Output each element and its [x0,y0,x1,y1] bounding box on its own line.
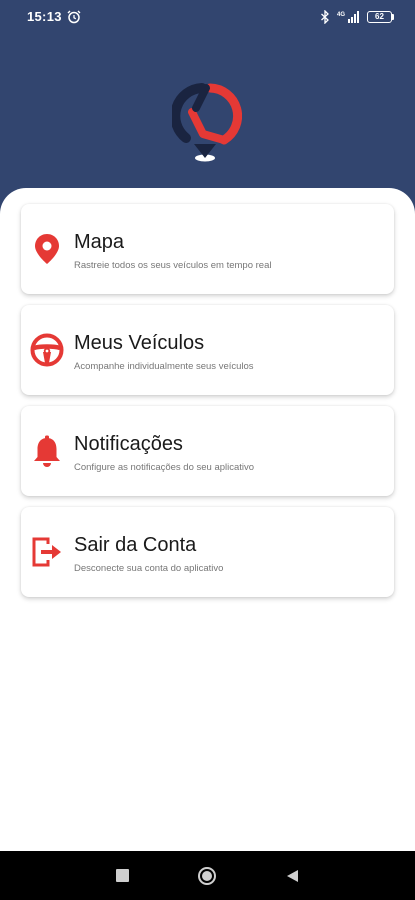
menu-item-title: Meus Veículos [74,332,205,354]
menu-item-title: Mapa [74,231,125,253]
menu-item-mapa[interactable]: Mapa Rastreie todos os seus veículos em … [21,204,394,294]
recent-apps-icon[interactable] [116,869,129,882]
menu-item-notificacoes[interactable]: Notificações Configure as notificações d… [21,406,394,496]
menu-item-sair-da-conta[interactable]: Sair da Conta Desconecte sua conta do ap… [21,507,394,597]
logout-icon [32,537,61,567]
menu-item-subtitle: Rastreie todos os seus veículos em tempo… [74,260,272,271]
menu-item-subtitle: Desconecte sua conta do aplicativo [74,563,224,574]
battery-level: 62 [375,12,384,21]
menu-item-subtitle: Acompanhe individualmente seus veículos [74,361,254,372]
alarm-icon [67,10,81,24]
system-nav-bar [0,851,415,900]
menu-panel: Mapa Rastreie todos os seus veículos em … [0,188,415,851]
battery-icon: 62 [367,11,392,23]
status-bar: 15:13 4G 62 [0,0,415,30]
back-icon[interactable] [286,869,299,883]
menu-item-title: Sair da Conta [74,534,197,556]
menu-item-subtitle: Configure as notificações do seu aplicat… [74,462,255,473]
steering-wheel-icon [30,333,64,367]
battery-tip [392,14,394,20]
signal-icon: 4G [337,11,359,23]
home-icon[interactable] [198,867,216,885]
menu-item-title: Notificações [74,433,183,455]
map-pin-icon [35,234,59,264]
app-logo [172,83,242,162]
status-time: 15:13 [27,9,62,24]
svg-text:4G: 4G [337,12,345,18]
bell-icon [34,435,60,467]
bluetooth-icon [321,10,329,24]
menu-item-meus-veiculos[interactable]: Meus Veículos Acompanhe individualmente … [21,305,394,395]
